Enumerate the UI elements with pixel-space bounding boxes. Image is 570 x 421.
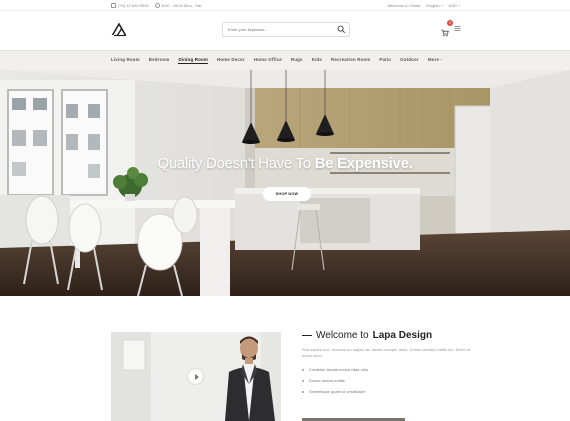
shop-now-button[interactable]: SHOP NOW <box>263 187 311 201</box>
welcome-section: Welcome to Lapa Design Sed sapien orci, … <box>302 330 472 421</box>
clock-icon <box>154 3 160 8</box>
hero-title: Quality Doesn't Have To Be Expensive. <box>0 155 570 172</box>
list-item: Donec lacinia mattis <box>302 378 472 383</box>
hero-banner: Quality Doesn't Have To Be Expensive. SH… <box>0 70 570 296</box>
list-item: Curabitur lacinia metus vitae odio <box>302 367 472 372</box>
chevron-down-icon <box>458 5 460 7</box>
welcome-description: Sed sapien orci, rhoncus eu sapien ac, i… <box>302 347 471 358</box>
nav-item-rugs[interactable]: Rugs <box>291 57 303 64</box>
chevron-down-icon <box>440 5 443 7</box>
nav-item-more[interactable]: More <box>427 57 443 64</box>
logo[interactable] <box>111 23 127 37</box>
phone-icon <box>111 3 116 8</box>
nav-item-patio[interactable]: Patio <box>379 57 391 64</box>
page: (+0) 12 620 5926 8:00 - 18:00 Mon - Sat … <box>0 0 570 421</box>
top-bar: (+0) 12 620 5926 8:00 - 18:00 Mon - Sat … <box>0 0 570 11</box>
currency-label: USD <box>448 3 457 8</box>
nav-item-recreation-room[interactable]: Recreation Room <box>331 57 370 64</box>
header: 0 <box>0 11 570 50</box>
main-nav: Living Room Bedroom Dining Room Home Dec… <box>0 50 570 70</box>
title-dash <box>302 335 312 336</box>
cart-count-badge: 0 <box>447 20 453 26</box>
language-label: English <box>426 3 440 8</box>
list-item: Scelerisque quam id vestibulum <box>302 389 472 394</box>
header-icons: 0 <box>441 20 461 37</box>
chevron-down-icon <box>440 59 443 61</box>
nav-item-kids[interactable]: Kids <box>312 57 322 64</box>
nav-item-living-room[interactable]: Living Room <box>111 57 140 64</box>
nav-item-home-decor[interactable]: Home Decor <box>217 57 245 64</box>
hero-title-bold: Be Expensive. <box>314 155 413 172</box>
nav-item-more-label: More <box>427 57 440 62</box>
search-input[interactable] <box>228 25 328 34</box>
phone-info: (+0) 12 620 5926 <box>111 3 149 8</box>
nav-item-bedroom[interactable]: Bedroom <box>149 57 170 64</box>
cart-button[interactable]: 0 <box>441 20 453 37</box>
hours-text: 8:00 - 18:00 Mon - Sat <box>161 3 202 8</box>
welcome-title: Welcome to Lapa Design <box>302 330 472 341</box>
hero-title-regular: Quality Doesn't Have To <box>157 155 315 172</box>
play-icon[interactable] <box>187 368 204 385</box>
search-icon[interactable] <box>337 25 346 34</box>
cart-icon <box>441 29 449 37</box>
nav-item-dining-room[interactable]: Dining Room <box>178 57 208 64</box>
currency-selector[interactable]: USD <box>449 3 460 8</box>
welcome-bullets: Curabitur lacinia metus vitae odio Donec… <box>302 367 472 394</box>
search-box <box>222 22 350 37</box>
language-selector[interactable]: English <box>426 3 443 8</box>
hero-kitchen-image <box>0 70 570 296</box>
welcome-text: Welcome to Guest <box>387 3 421 8</box>
phone-text: (+0) 12 620 5926 <box>118 3 149 8</box>
hours-info: 8:00 - 18:00 Mon - Sat <box>154 3 202 8</box>
nav-item-outdoor[interactable]: Outdoor <box>400 57 419 64</box>
video-thumbnail[interactable] <box>111 332 281 421</box>
welcome-title-bold: Lapa Design <box>372 330 433 341</box>
welcome-title-regular: Welcome to <box>316 330 369 341</box>
nav-item-home-office[interactable]: Home Office <box>254 57 282 64</box>
menu-icon[interactable] <box>454 25 461 32</box>
